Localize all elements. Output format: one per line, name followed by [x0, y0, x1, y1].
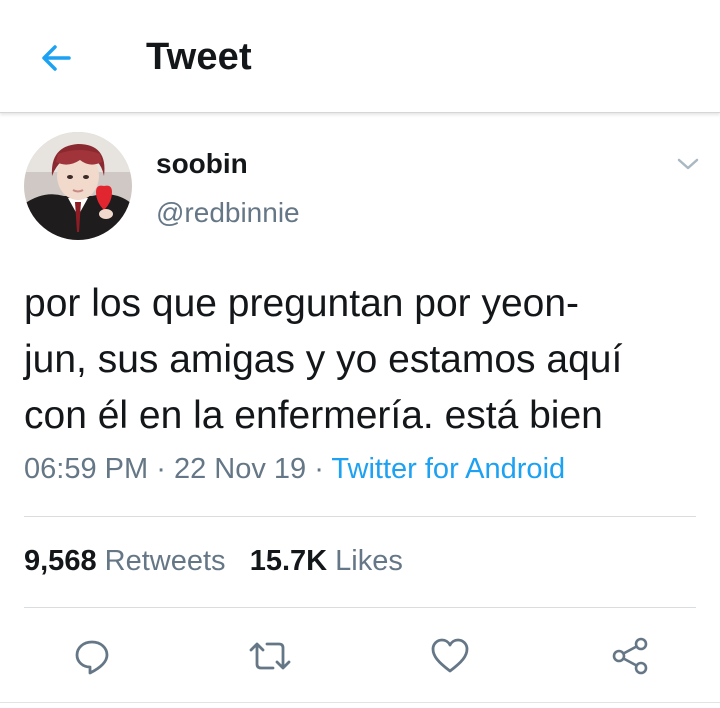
- tweet-stats: 9,568 Retweets 15.7K Likes: [24, 545, 403, 578]
- author-display-name[interactable]: soobin: [156, 148, 248, 180]
- tweet-time: 06:59 PM: [24, 453, 149, 485]
- divider: [24, 516, 696, 517]
- retweets-count: 9,568: [24, 545, 97, 577]
- likes-label: Likes: [335, 545, 403, 577]
- tweet-text: por los que preguntan por yeon- jun, sus…: [24, 276, 704, 444]
- retweet-button[interactable]: [244, 630, 296, 682]
- reply-icon: [75, 640, 109, 675]
- top-app-bar: Tweet: [0, 0, 720, 113]
- arrow-left-icon: [42, 45, 71, 71]
- reply-button[interactable]: [66, 630, 118, 682]
- meta-separator: ·: [314, 453, 324, 485]
- author-handle: @redbinnie: [156, 197, 300, 228]
- avatar-image: [24, 132, 132, 240]
- tweet-text-line: jun, sus amigas y yo estamos aquí: [24, 338, 623, 381]
- tweet-text-line: con él en la enfermería. está bien: [24, 394, 603, 437]
- avatar[interactable]: [24, 132, 132, 240]
- tweet-text-line: por los que preguntan por yeon-: [24, 282, 580, 325]
- like-button[interactable]: [424, 630, 476, 682]
- meta-separator: ·: [156, 453, 166, 485]
- tweet-metadata: 06:59 PM · 22 Nov 19 · Twitter for Andro…: [24, 453, 565, 486]
- divider: [0, 702, 720, 703]
- retweets-stat[interactable]: 9,568 Retweets: [24, 545, 226, 577]
- like-icon: [431, 638, 469, 673]
- page-title: Tweet: [146, 36, 252, 78]
- tweet-options-button[interactable]: [670, 146, 706, 182]
- retweets-label: Retweets: [104, 545, 226, 577]
- share-icon: [612, 637, 648, 675]
- share-button[interactable]: [604, 630, 656, 682]
- tweet-date: 22 Nov 19: [173, 453, 307, 485]
- back-button[interactable]: [34, 36, 78, 80]
- chevron-down-icon: [677, 158, 699, 170]
- likes-count: 15.7K: [249, 545, 328, 577]
- retweet-icon: [249, 642, 291, 670]
- likes-stat[interactable]: 15.7K Likes: [250, 545, 403, 577]
- tweet-source-link[interactable]: Twitter for Android: [331, 453, 565, 485]
- divider: [24, 607, 696, 608]
